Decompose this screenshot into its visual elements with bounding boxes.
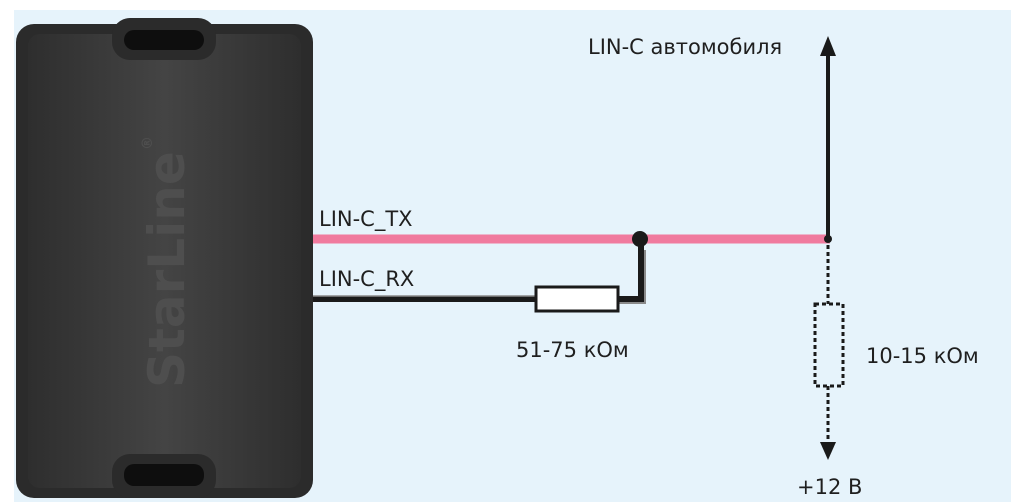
car-lin-label: LIN-C автомобиля (588, 35, 782, 59)
supply-label: +12 В (797, 475, 862, 499)
diagram-canvas: StarLine ® LIN-C_TX LIN-C_RX LIN-C автом… (0, 0, 1011, 502)
trademark-symbol: ® (140, 136, 156, 150)
starline-device: StarLine ® (16, 18, 313, 498)
pullup-resistor-label: 10-15 кОм (866, 344, 979, 368)
bottom-mount-slot (124, 464, 204, 486)
rx-wire-to-junction (618, 239, 644, 302)
series-resistor-label: 51-75 кОм (516, 338, 629, 362)
junction-dot (632, 231, 648, 247)
brand-logo: StarLine (138, 151, 196, 388)
lin-rx-label: LIN-C_RX (319, 267, 414, 292)
supply-arrow (820, 442, 836, 460)
series-resistor (534, 285, 620, 313)
car-lin-arrow (820, 36, 836, 56)
pullup-resistor (813, 302, 845, 388)
car-lin-junction (824, 235, 832, 243)
wiring-diagram: StarLine ® LIN-C_TX LIN-C_RX LIN-C автом… (16, 18, 979, 499)
lin-tx-label: LIN-C_TX (319, 207, 413, 232)
top-mount-slot (124, 30, 204, 50)
